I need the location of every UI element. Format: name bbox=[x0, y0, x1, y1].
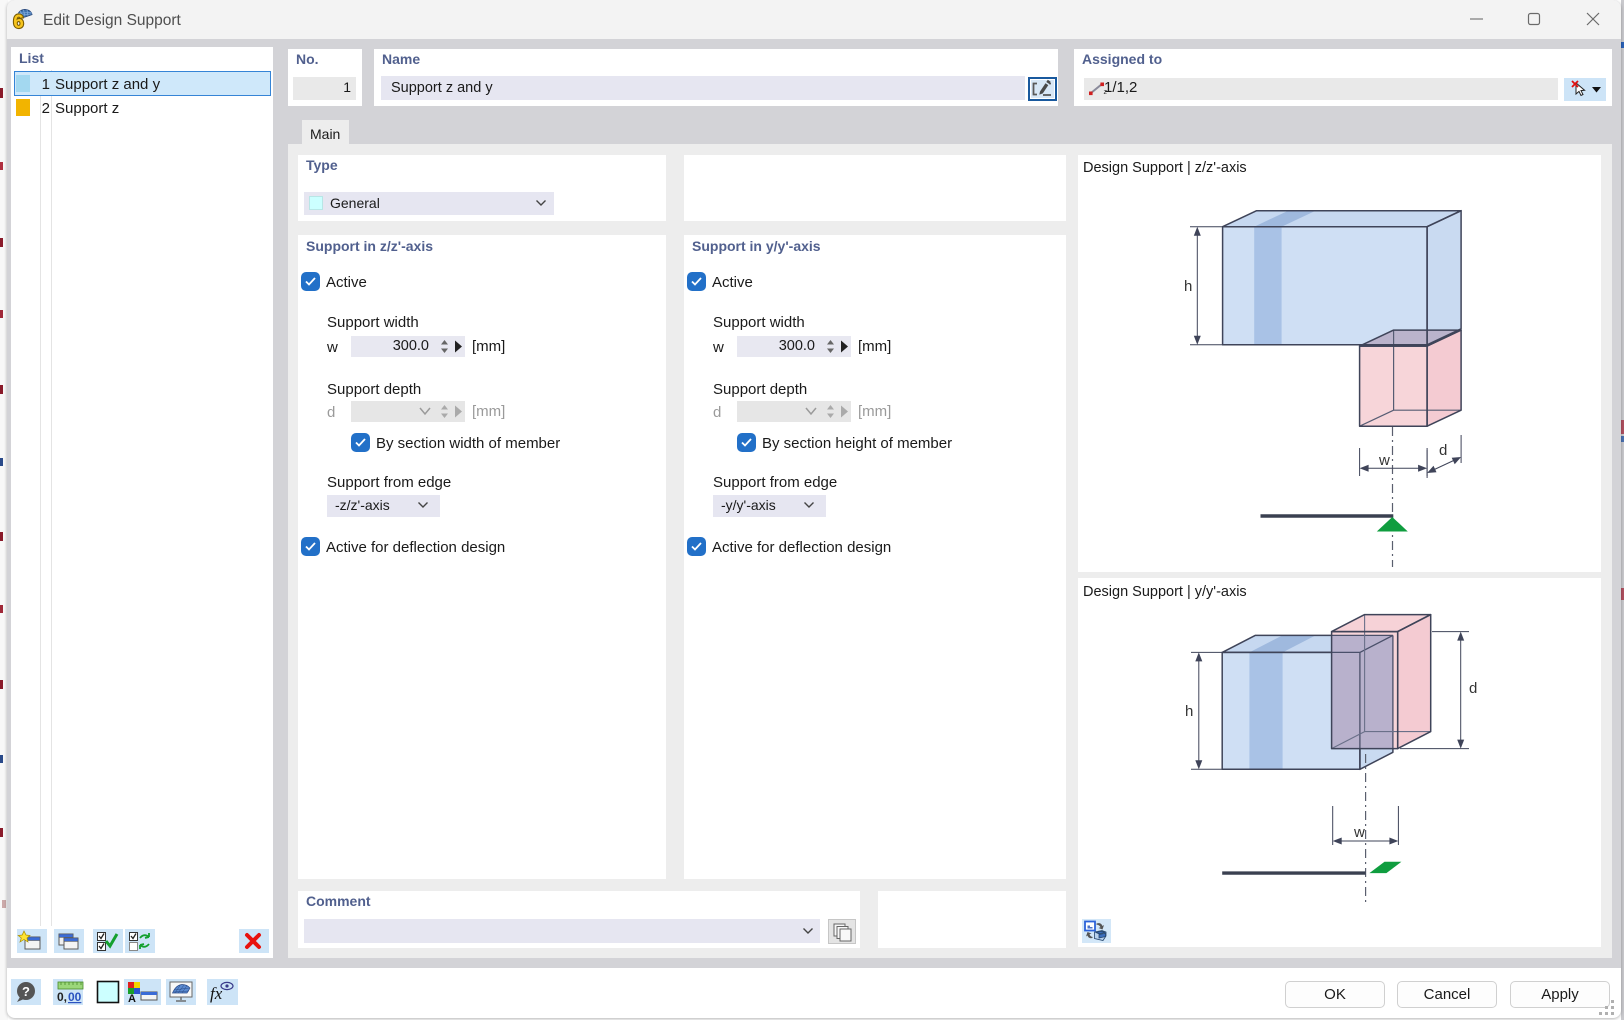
svg-text:A: A bbox=[128, 993, 136, 1005]
svg-text:0,: 0, bbox=[57, 990, 67, 1004]
svg-text:00: 00 bbox=[68, 990, 82, 1004]
svg-text:w: w bbox=[1378, 452, 1390, 469]
svg-text:h: h bbox=[1185, 703, 1193, 720]
svg-text:h: h bbox=[1184, 278, 1192, 295]
svg-text:d: d bbox=[1439, 442, 1447, 459]
svg-text:z: z bbox=[1104, 89, 1108, 96]
svg-text:w: w bbox=[1353, 824, 1365, 841]
svg-text:d: d bbox=[1469, 680, 1477, 697]
svg-text:6: 6 bbox=[13, 12, 24, 31]
svg-text:?: ? bbox=[22, 984, 30, 999]
